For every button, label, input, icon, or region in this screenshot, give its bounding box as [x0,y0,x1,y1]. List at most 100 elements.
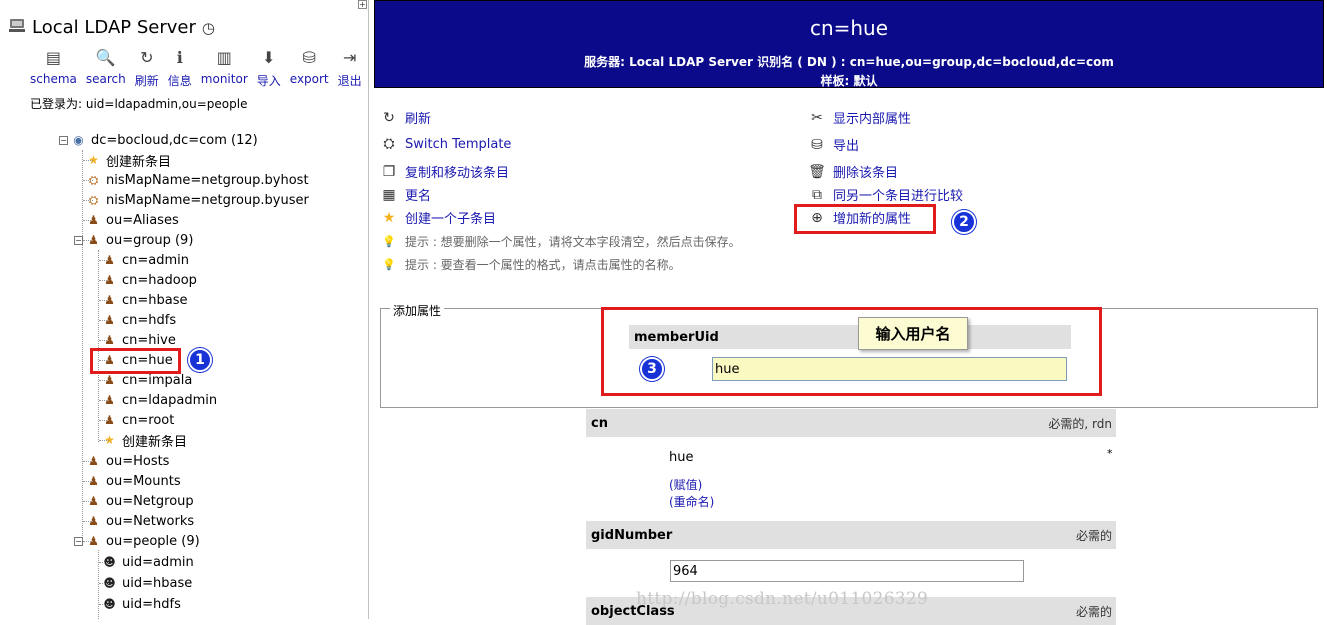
action-label[interactable]: Switch Template [405,137,511,152]
tree-node-group-child[interactable]: ♟ cn=root [101,410,174,430]
toolbar-export-button[interactable]: ⛁ export [290,46,329,89]
toolbar-search-button[interactable]: 🔍 search [86,46,126,89]
tree-node-group-child[interactable]: ♟ cn=hdfs [101,310,176,330]
server-dn-line: 服务器: Local LDAP Server 识别名 ( DN ) : cn=h… [584,55,1114,69]
toolbar-monitor-button[interactable]: ▥ monitor [201,46,248,89]
tree-label[interactable]: uid=hdfs [122,597,181,612]
tree-label[interactable]: ou=group (9) [106,233,193,248]
globe-icon: ◉ [73,133,84,147]
action-star[interactable]: ★ 创建一个子条目 [380,208,496,228]
action-copy[interactable]: ❐ 复制和移动该条目 [380,162,509,182]
tree-node-group-child[interactable]: ♟ cn=hbase [101,290,188,310]
tree-node-user[interactable]: ☻ uid=hdfs [101,594,181,614]
action-label[interactable]: 复制和移动该条目 [405,162,509,181]
toolbar-schema-button[interactable]: ▤ schema [30,46,77,89]
tree-connector [99,604,109,605]
action-rename[interactable]: ▦ 更名 [380,185,431,205]
tree-label[interactable]: cn=impala [122,373,192,388]
tree-node-group-child[interactable]: ♟ cn=hue [101,350,173,370]
action-label[interactable]: 导出 [833,135,859,154]
tree-node-other[interactable]: ♟ ou=Netgroup [85,491,194,511]
expand-sidebar-icon[interactable]: + [358,0,367,9]
tree-label[interactable]: cn=admin [122,253,189,268]
collapse-toggle-icon[interactable]: − [74,536,83,546]
hint-label: 提示 : 要查看一个属性的格式，请点击属性的名称。 [405,257,681,272]
tree-label[interactable]: 创建新条目 [106,151,171,170]
tree-node-1[interactable]: ⛭ nisMapName=netgroup.byuser [85,190,309,210]
action-label[interactable]: 刷新 [405,108,431,127]
tree-label[interactable]: ou=people (9) [106,534,200,549]
tree-node-other[interactable]: ♟ ou=Networks [85,511,194,531]
tree-label[interactable]: ou=Aliases [106,213,179,228]
rdn-star: * [1107,447,1113,460]
toolbar-import-button[interactable]: ⬇ 导入 [257,46,281,89]
tree-node-user[interactable]: ☻ uid=hbase [101,573,192,593]
tree-label[interactable]: dc=bocloud,dc=com (12) [91,133,258,148]
tree-node-2[interactable]: ♟ ou=Aliases [85,210,179,230]
tree-node-group-child[interactable]: ♟ cn=ldapadmin [101,390,217,410]
toolbar-refresh-button[interactable]: ↻ 刷新 [135,46,159,89]
tools-icon: ✂ [811,109,823,126]
tree-node-user[interactable]: ☻ uid=admin [101,552,194,572]
action-label[interactable]: 同另一个条目进行比较 [833,185,963,204]
tree-node-other[interactable]: ♟ ou=Hosts [85,451,169,471]
toolbar-logout-button[interactable]: ⇥ 退出 [338,46,362,89]
action-label[interactable]: 显示内部属性 [833,108,911,127]
assign-value-link[interactable]: (赋值) [669,476,702,493]
action-trash[interactable]: 🗑 删除该条目 [808,162,898,182]
collapse-toggle-icon[interactable]: − [59,135,68,145]
tree-node-group-child[interactable]: ♟ cn=hive [101,330,176,350]
action-export[interactable]: ⛁ 导出 [808,135,859,155]
action-label[interactable]: 删除该条目 [833,162,898,181]
tree-connector [99,260,109,261]
action-label[interactable]: 增加新的属性 [833,208,911,227]
tree-connector [99,400,109,401]
attribute-required-rdn: 必需的, rdn [1048,416,1112,431]
rename-link[interactable]: (重命名) [669,493,714,510]
tree-node-group-child[interactable]: ♟ cn=admin [101,250,189,270]
hint-text: 💡 提示 : 要查看一个属性的格式，请点击属性的名称。 [380,255,681,273]
attribute-name-gidnumber[interactable]: gidNumber [591,528,672,543]
tree-label[interactable]: cn=hadoop [122,273,197,288]
gidnumber-input[interactable] [670,560,1024,582]
tree-label[interactable]: ou=Mounts [106,474,181,489]
tree-label[interactable]: uid=admin [122,555,194,570]
tree-node-root[interactable]: − ◉ dc=bocloud,dc=com (12) [59,130,258,150]
toolbar-info-button[interactable]: ℹ 信息 [168,46,192,89]
attribute-name-cn[interactable]: cn [591,416,608,431]
tree-label[interactable]: nisMapName=netgroup.byhost [106,173,309,188]
tree-node-group-child[interactable]: ♟ cn=impala [101,370,192,390]
action-tools[interactable]: ✂ 显示内部属性 [808,108,911,128]
attribute-required: 必需的 [1075,604,1112,619]
action-switch-template[interactable]: ⛭ Switch Template [380,135,511,153]
tree-node-other[interactable]: ♟ ou=Mounts [85,471,181,491]
action-add-attribute[interactable]: ⊕ 增加新的属性 [808,208,911,228]
tree-guide-line [98,250,99,442]
server-title[interactable]: Local LDAP Server ◷ [8,16,215,39]
tree-label[interactable]: cn=hdfs [122,313,176,328]
tree-label[interactable]: cn=root [122,413,174,428]
action-label[interactable]: 创建一个子条目 [405,208,496,227]
tree-label[interactable]: cn=hue [122,353,173,368]
tree-label[interactable]: cn=hive [122,333,176,348]
tree-group-create-new-entry[interactable]: ★ 创建新条目 [101,430,187,450]
entry-header: cn=hue 服务器: Local LDAP Server 识别名 ( DN )… [374,0,1324,88]
tree-node-0[interactable]: ⛭ nisMapName=netgroup.byhost [85,170,309,190]
clock-icon[interactable]: ◷ [202,19,215,37]
tree-label[interactable]: ou=Networks [106,514,194,529]
action-label[interactable]: 更名 [405,185,431,204]
toolbar-label: 刷新 [134,74,159,88]
action-compare[interactable]: ⧉ 同另一个条目进行比较 [808,185,963,205]
tree-label[interactable]: cn=ldapadmin [122,393,217,408]
tree-label[interactable]: ou=Hosts [106,454,169,469]
search-icon: 🔍 [95,47,116,67]
tree-label[interactable]: ou=Netgroup [106,494,194,509]
tree-label[interactable]: uid=hbase [122,576,192,591]
tree-label[interactable]: 创建新条目 [122,431,187,450]
collapse-toggle-icon[interactable]: − [74,235,83,245]
tree-label[interactable]: nisMapName=netgroup.byuser [106,193,309,208]
tree-label[interactable]: cn=hbase [122,293,188,308]
tree-node-group-child[interactable]: ♟ cn=hadoop [101,270,197,290]
action-refresh[interactable]: ↻ 刷新 [380,108,431,128]
tree-create-new-entry[interactable]: ★ 创建新条目 [85,150,171,170]
